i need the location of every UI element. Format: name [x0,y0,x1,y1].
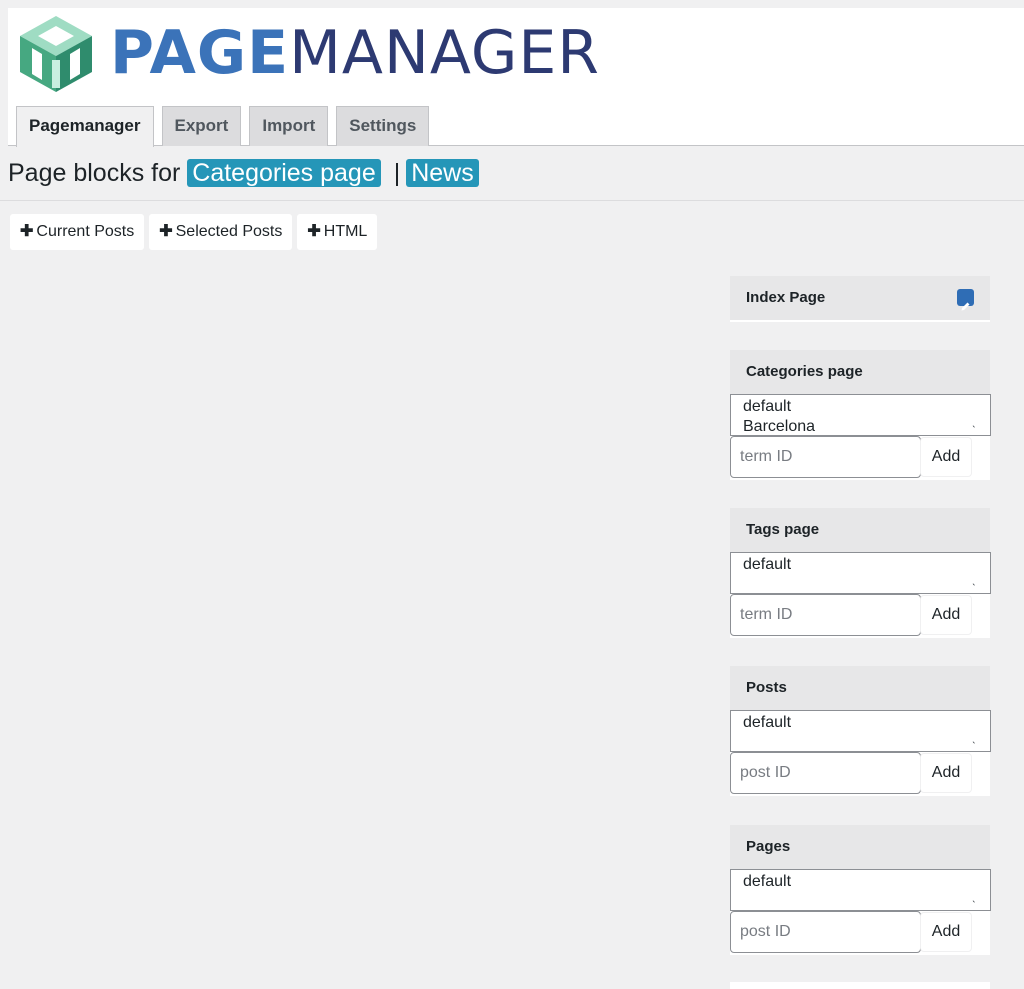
page-title: Page blocks for Categories page | News [8,155,479,191]
page-title-separator: | [393,159,401,187]
page-title-primary-badge[interactable]: Categories page [187,159,381,187]
panel-tags-page: Tags page default ˎ Add [730,508,991,638]
plus-icon: ✚ [159,223,173,240]
add-block-buttons: ✚ Current Posts ✚ Selected Posts ✚ HTML [10,214,382,250]
chevron-down-icon: ˎ [972,572,976,586]
post-id-input[interactable] [730,911,921,953]
chevron-down-icon: ˎ [972,730,976,744]
tab-pagemanager[interactable]: Pagemanager [16,106,154,147]
edit-icon[interactable] [957,289,974,311]
panel-title: Pages [730,825,990,869]
tab-import[interactable]: Import [249,106,329,146]
panel-pages: Pages default ˎ Add [730,825,991,955]
plus-icon: ✚ [20,223,34,240]
brand-part1: PAGE [110,18,290,88]
add-button[interactable]: Add [921,754,971,792]
add-current-posts-label: Current Posts [36,223,135,240]
panel-title: Index Page [730,276,990,320]
add-current-posts-button[interactable]: ✚ Current Posts [10,214,145,250]
tab-settings[interactable]: Settings [336,106,430,146]
page-title-secondary-badge[interactable]: News [406,159,479,187]
header: PAGEMANAGER Pagemanager Export Import Se… [8,8,1024,147]
posts-select[interactable]: default ˎ [730,710,991,752]
tab-export[interactable]: Export [161,106,242,146]
add-button[interactable]: Add [921,913,971,951]
pagemanager-logo-icon [20,16,92,92]
divider [0,200,1024,201]
term-id-input[interactable] [730,594,921,636]
categories-select[interactable]: default Barcelona ˎ [730,394,991,436]
panel-title: Tags page [730,508,990,552]
select-option[interactable]: default [743,872,978,892]
add-button[interactable]: Add [921,596,971,634]
brand-wordmark: PAGEMANAGER [110,18,600,88]
panel-title: Categories page [730,350,990,394]
page-title-prefix: Page blocks for [8,159,181,187]
post-id-input[interactable] [730,752,921,794]
select-option[interactable]: default [743,397,978,417]
panel-next [730,982,990,989]
panel-title: Posts [730,666,990,710]
add-html-label: HTML [323,223,368,240]
tags-select[interactable]: default ˎ [730,552,991,594]
add-button[interactable]: Add [921,438,971,476]
add-html-button[interactable]: ✚ HTML [297,214,378,250]
plus-icon: ✚ [307,223,321,240]
add-selected-posts-label: Selected Posts [175,223,283,240]
select-option[interactable]: default [743,713,978,733]
panel-index-page: Index Page [730,276,990,322]
chevron-down-icon: ˎ [972,889,976,903]
panel-title-label: Index Page [746,289,826,306]
term-id-input[interactable] [730,436,921,478]
pages-select[interactable]: default ˎ [730,869,991,911]
panel-posts: Posts default ˎ Add [730,666,991,796]
nav-tabs: Pagemanager Export Import Settings [16,106,437,147]
select-option[interactable]: default [743,555,978,575]
chevron-down-icon: ˎ [972,414,976,428]
select-option[interactable]: Barcelona [743,417,978,435]
add-selected-posts-button[interactable]: ✚ Selected Posts [149,214,293,250]
brand-part2: MANAGER [289,18,600,88]
panel-categories-page: Categories page default Barcelona ˎ Add [730,350,991,480]
